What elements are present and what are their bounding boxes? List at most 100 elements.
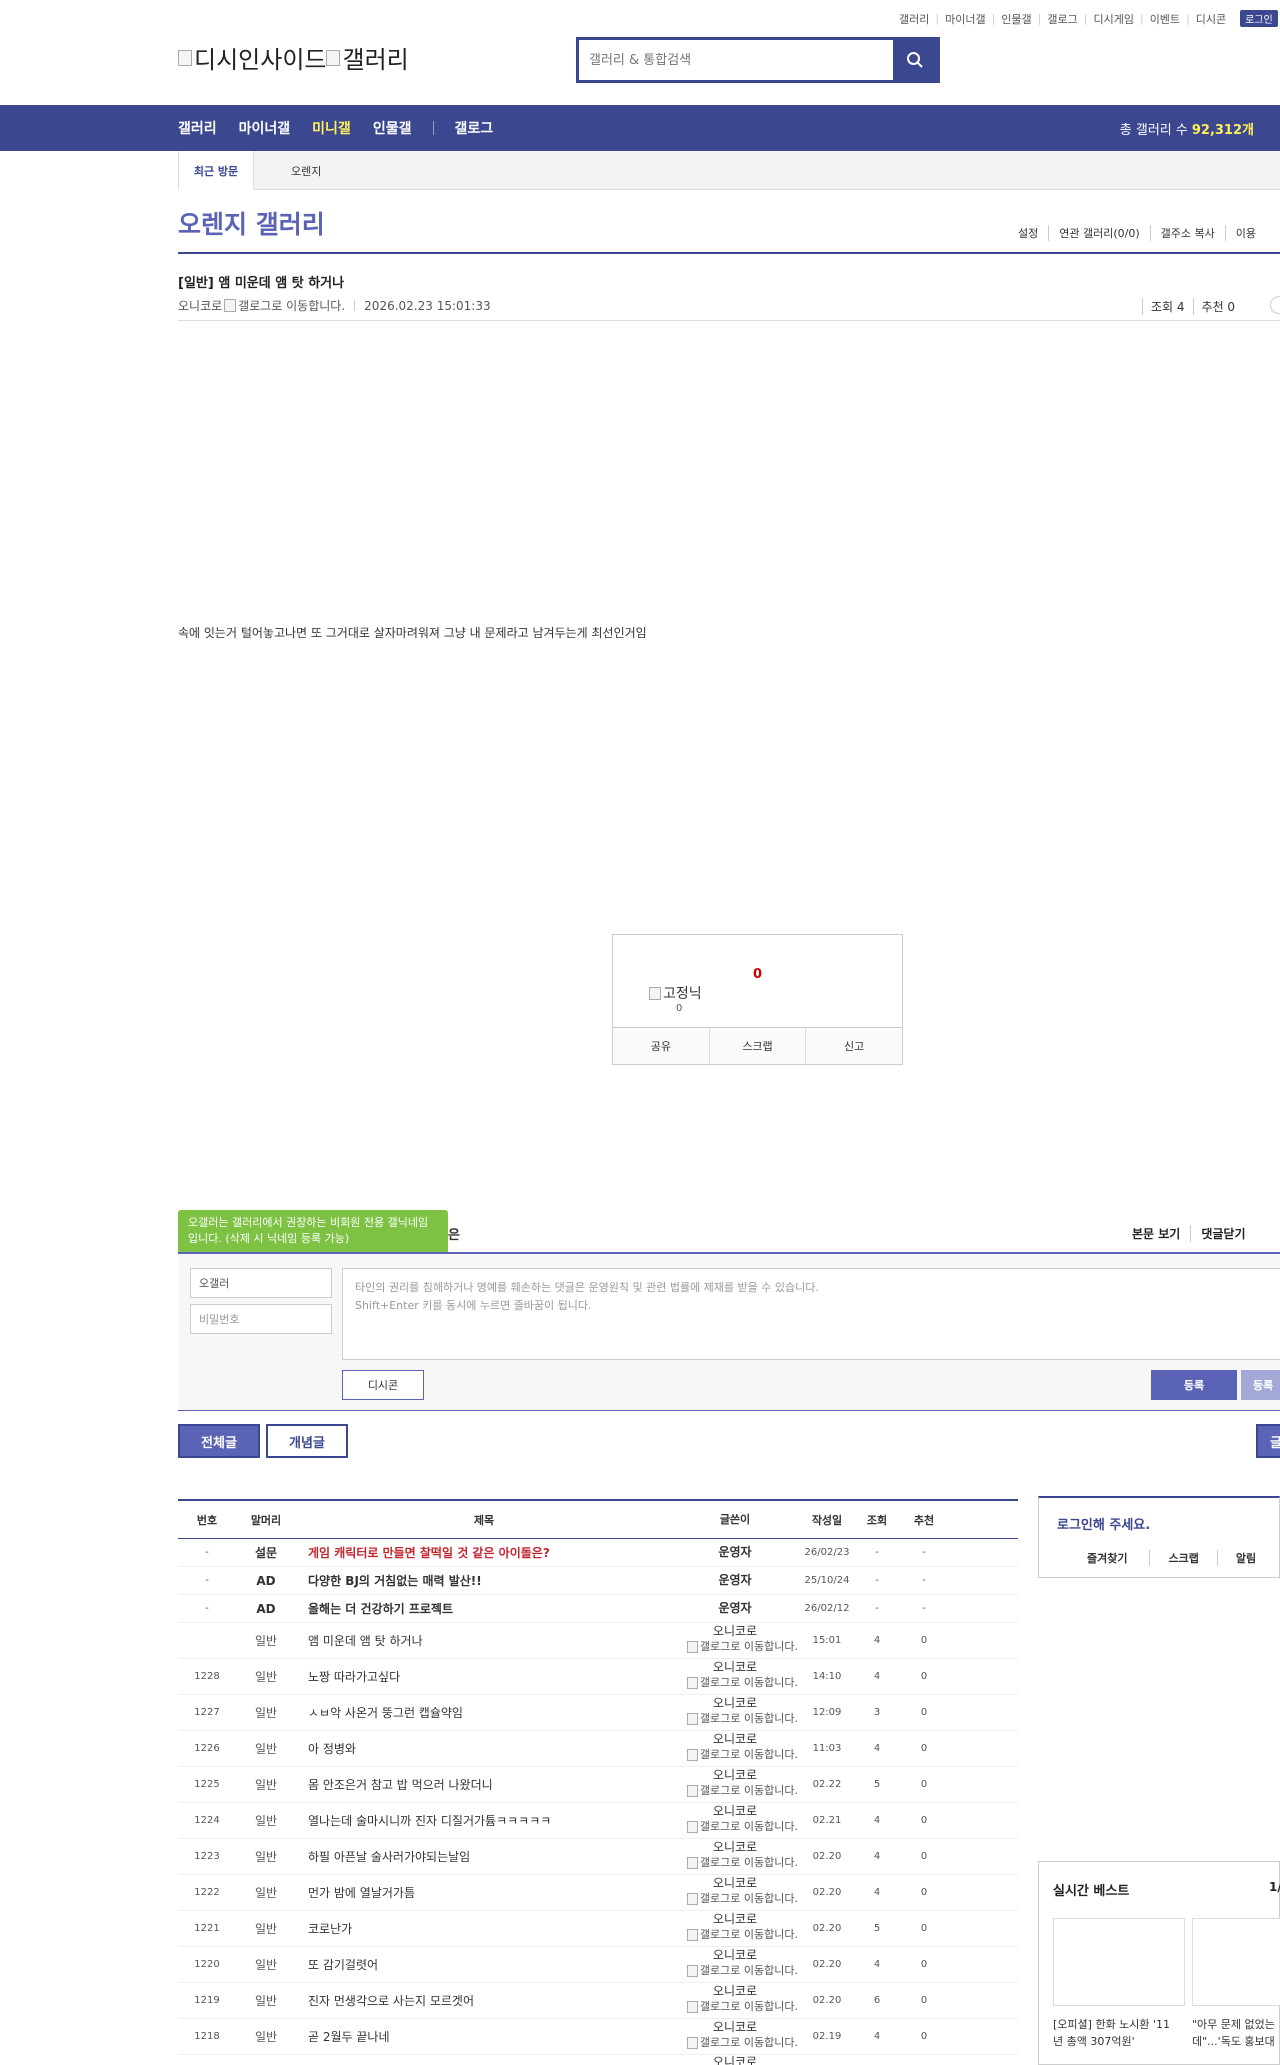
related-gallery-link[interactable]: 연관 갤러리(0/0) xyxy=(1048,225,1149,241)
writer-name[interactable]: 오니코로 xyxy=(672,1732,798,1747)
row-subject[interactable]: 또 감기걸렷어 xyxy=(296,1956,672,1973)
write-button[interactable]: 글 xyxy=(1256,1424,1280,1458)
usage-link[interactable]: 이용 xyxy=(1224,225,1266,241)
row-subject[interactable]: 코로난가 xyxy=(296,1920,672,1937)
row-subject[interactable]: 게임 캐릭터로 만들면 찰떡일 것 같은 아이돌은? xyxy=(296,1544,672,1561)
recent-visit-item[interactable]: 오렌지 xyxy=(291,151,321,190)
share-button[interactable]: 공유 xyxy=(613,1028,709,1064)
report-button[interactable]: 신고 xyxy=(805,1028,902,1064)
row-subject[interactable]: 앰 미운데 앰 탓 하거나 xyxy=(296,1632,672,1649)
writer-name[interactable]: 오니코로 xyxy=(672,1984,798,1999)
row-subject[interactable]: 하필 아픈날 술사러가야되는날임 xyxy=(296,1848,672,1865)
row-subject[interactable]: 진자 먼생각으로 사는지 모르겟어 xyxy=(296,1992,672,2009)
copy-address-link[interactable]: 갤주소 복사 xyxy=(1149,225,1225,241)
scrap-link[interactable]: 스크랩 xyxy=(1149,1550,1216,1566)
row-writer[interactable]: 오니코로 갤로그로 이동합니다. xyxy=(672,2020,798,2053)
row-subject[interactable]: 다양한 BJ의 거침없는 매력 발산!! xyxy=(296,1572,672,1589)
row-writer[interactable]: 오니코로 갤로그로 이동합니다. xyxy=(672,1876,798,1909)
row-writer[interactable]: 운영자 xyxy=(672,1573,798,1588)
comment-password-field[interactable]: 비밀번호 xyxy=(190,1304,332,1334)
scrap-button[interactable]: 스크랩 xyxy=(708,1028,806,1064)
comment-name-field[interactable]: 오갤러 xyxy=(190,1268,332,1298)
writer-name[interactable]: 오니코로 xyxy=(672,1876,798,1891)
writer-gallog-link[interactable]: 갤로그로 이동합니다. xyxy=(672,1783,798,1798)
best-thumbnail[interactable] xyxy=(1053,1918,1185,2006)
writer-gallog-link[interactable]: 갤로그로 이동합니다. xyxy=(672,1711,798,1726)
table-row[interactable]: 1226 일반 아 정병와 오니코로 갤로그로 이동합니다. 11:03 4 0 xyxy=(178,1731,1018,1767)
row-subject[interactable]: 열나는데 술마시니까 진자 디질거가튬ㅋㅋㅋㅋㅋ xyxy=(296,1812,672,1829)
writer-name[interactable]: 오니코로 xyxy=(672,1948,798,1963)
notice-row[interactable]: - AD 다양한 BJ의 거침없는 매력 발산!! 운영자 25/10/24 -… xyxy=(178,1567,1018,1595)
table-row[interactable]: 일반 앰 미운데 앰 탓 하거나 오니코로 갤로그로 이동합니다. 15:01 4 0 xyxy=(178,1623,1018,1659)
writer-name[interactable]: 오니코로 xyxy=(672,2020,798,2035)
table-row[interactable]: 1221 일반 코로난가 오니코로 갤로그로 이동합니다. 02.20 5 0 xyxy=(178,1911,1018,1947)
comment-register-recommend-button[interactable]: 등록 xyxy=(1241,1370,1280,1400)
gallery-settings-link[interactable]: 설정 xyxy=(1008,225,1048,241)
writer-name[interactable]: 오니코로 xyxy=(672,1768,798,1783)
row-writer[interactable]: 운영자 xyxy=(672,1545,798,1560)
row-subject[interactable]: 곧 2월두 끝나네 xyxy=(296,2028,672,2045)
toplink-dcgame[interactable]: 디시게임 xyxy=(1087,11,1139,27)
row-writer[interactable]: 오니코로 갤로그로 이동합니다. xyxy=(672,1768,798,1801)
writer-gallog-link[interactable]: 갤로그로 이동합니다. xyxy=(672,1999,798,2014)
gallery-title[interactable]: 오렌지 갤러리 xyxy=(178,205,325,241)
best-caption[interactable]: [오피셜] 한화 노시환 '11 년 총액 307억원' xyxy=(1053,2016,1170,2050)
table-row[interactable]: 1223 일반 하필 아픈날 술사러가야되는날임 오니코로 갤로그로 이동합니다. 02.… xyxy=(178,1839,1018,1875)
dccon-button[interactable]: 디시콘 xyxy=(342,1370,424,1400)
writer-gallog-link[interactable]: 갤로그로 이동합니다. xyxy=(672,1855,798,1870)
writer-gallog-link[interactable]: 갤로그로 이동합니다. xyxy=(672,1963,798,1978)
row-writer[interactable]: 오니코로 갤로그로 이동합니다. xyxy=(672,1912,798,1945)
nav-gallery[interactable]: 갤러리 xyxy=(178,118,217,138)
toplink-minor[interactable]: 마이너갤 xyxy=(939,11,991,27)
tab-concept-posts[interactable]: 개념글 xyxy=(266,1424,348,1458)
table-row[interactable]: 1224 일반 열나는데 술마시니까 진자 디질거가튬ㅋㅋㅋㅋㅋ 오니코로 갤로그로 이… xyxy=(178,1803,1018,1839)
writer-name[interactable]: 오니코로 xyxy=(672,1804,798,1819)
row-writer[interactable]: 오니코로 갤로그로 이동합니다. xyxy=(672,1840,798,1873)
table-row[interactable]: 1222 일반 먼가 밤에 열날거가틈 오니코로 갤로그로 이동합니다. 02.20 4 0 xyxy=(178,1875,1018,1911)
login-prompt[interactable]: 로그인해 주세요. xyxy=(1057,1514,1150,1533)
row-subject[interactable]: 노짱 따라가고싶다 xyxy=(296,1668,672,1685)
row-subject[interactable]: 올해는 더 건강하기 프로젝트 xyxy=(296,1600,672,1617)
nav-gallog[interactable]: 갤로그 xyxy=(454,118,493,138)
row-writer[interactable]: 오니코로 갤로그로 이동합니다. xyxy=(672,1984,798,2017)
more-options-icon[interactable] xyxy=(1270,296,1280,314)
writer-name[interactable]: 오니코로 xyxy=(672,1624,798,1639)
search-button[interactable] xyxy=(893,40,937,80)
row-subject[interactable]: 먼가 밤에 열날거가틈 xyxy=(296,1884,672,1901)
best-caption[interactable]: "아무 문제 없었는 데"...'독도 홍보대 xyxy=(1192,2016,1275,2050)
search-input[interactable] xyxy=(579,40,893,80)
table-row[interactable]: 1219 일반 진자 먼생각으로 사는지 모르겟어 오니코로 갤로그로 이동합니다. 02… xyxy=(178,1983,1018,2019)
writer-gallog-link[interactable]: 갤로그로 이동합니다. xyxy=(672,1891,798,1906)
writer-gallog-link[interactable]: 갤로그로 이동합니다. xyxy=(672,2035,798,2050)
row-writer[interactable]: 운영자 xyxy=(672,1601,798,1616)
login-button[interactable]: 로그인 xyxy=(1240,10,1278,27)
recent-visit-label[interactable]: 최근 방문 xyxy=(178,151,254,190)
fixed-nick-recommend[interactable]: 고정닉 xyxy=(649,983,702,1003)
comment-register-button[interactable]: 등록 xyxy=(1151,1370,1237,1400)
row-subject[interactable]: ㅅㅂ악 사온거 뚱그런 캡슐약임 xyxy=(296,1704,672,1721)
best-thumbnail[interactable] xyxy=(1192,1918,1280,2006)
table-row[interactable]: 1225 일반 몸 안조은거 참고 밥 먹으러 나왔더니 오니코로 갤로그로 이동합니다… xyxy=(178,1767,1018,1803)
post-writer[interactable]: 오니코로 xyxy=(178,297,222,314)
row-writer[interactable]: 오니코로 갤로그로 이동합니다. xyxy=(672,1696,798,1729)
tab-all-posts[interactable]: 전체글 xyxy=(178,1424,260,1458)
row-subject[interactable]: 아 정병와 xyxy=(296,1740,672,1757)
nav-mini-gallery[interactable]: 미니갤 xyxy=(312,118,351,138)
writer-gallog-alt[interactable]: 갤로그로 이동합니다. xyxy=(238,297,345,314)
table-row[interactable]: 1228 일반 노짱 따라가고싶다 오니코로 갤로그로 이동합니다. 14:10 4 0 xyxy=(178,1659,1018,1695)
toplink-event[interactable]: 이벤트 xyxy=(1144,11,1186,27)
writer-gallog-link[interactable]: 갤로그로 이동합니다. xyxy=(672,1675,798,1690)
close-comments-link[interactable]: 댓글닫기 xyxy=(1190,1225,1255,1242)
toplink-gallery[interactable]: 갤러리 xyxy=(893,11,935,27)
row-writer[interactable]: 오니코로 갤로그로 이동합니다. xyxy=(672,1660,798,1693)
toplink-dccon[interactable]: 디시콘 xyxy=(1190,11,1232,27)
writer-gallog-link[interactable]: 갤로그로 이동합니다. xyxy=(672,1639,798,1654)
col-head[interactable]: 말머리 xyxy=(236,1512,296,1528)
writer-gallog-link[interactable]: 갤로그로 이동합니다. xyxy=(672,1819,798,1834)
nav-minor-gallery[interactable]: 마이너갤 xyxy=(239,118,291,138)
comment-textarea[interactable]: 타인의 권리를 침해하거나 명예를 훼손하는 댓글은 운영원칙 및 관련 법률에… xyxy=(342,1268,1280,1360)
table-row[interactable]: 1220 일반 또 감기걸렷어 오니코로 갤로그로 이동합니다. 02.20 4 0 xyxy=(178,1947,1018,1983)
writer-gallog-link[interactable]: 갤로그로 이동합니다. xyxy=(672,1747,798,1762)
toplink-person[interactable]: 인물갤 xyxy=(995,11,1037,27)
nav-person-gallery[interactable]: 인물갤 xyxy=(373,118,412,138)
